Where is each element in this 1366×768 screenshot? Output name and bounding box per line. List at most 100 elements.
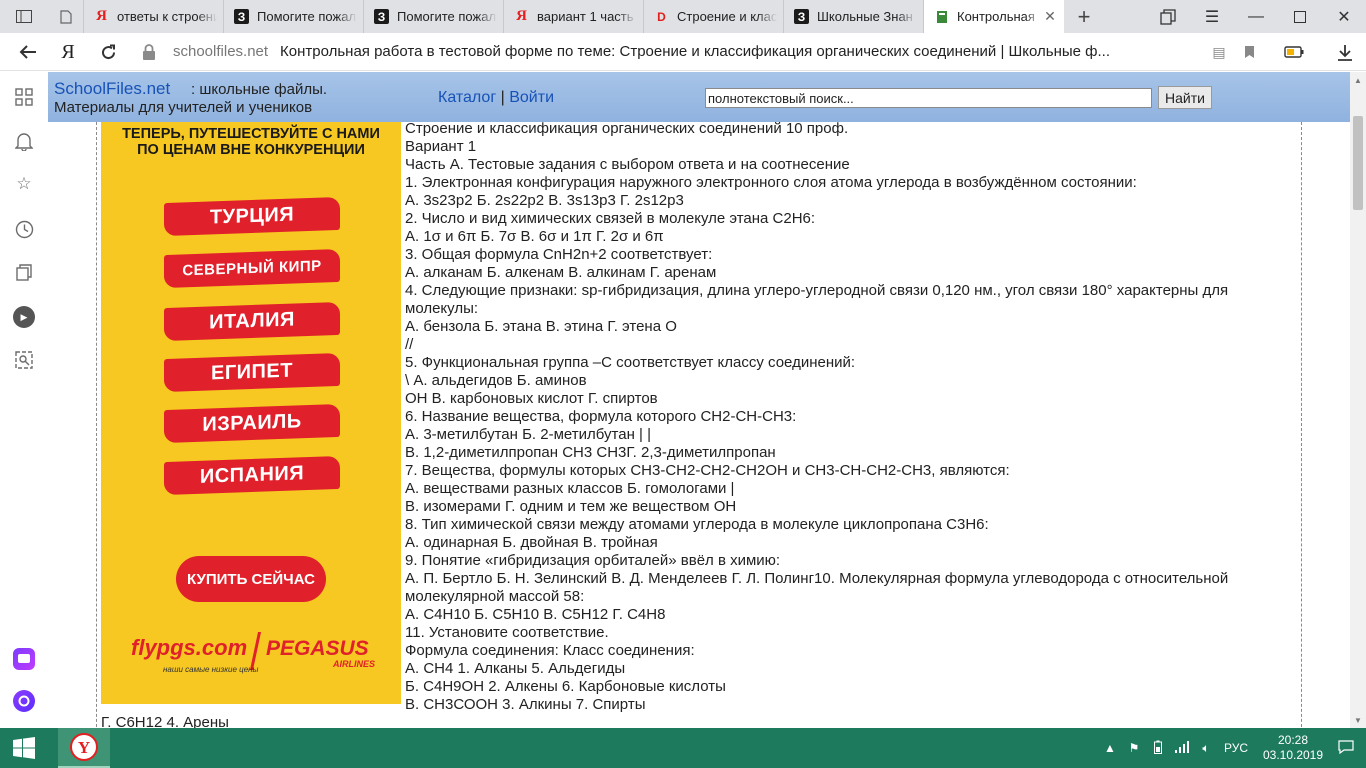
article-line: 8. Тип химической связи между атомами уг… <box>405 516 989 533</box>
close-window-button[interactable]: ✕ <box>1322 0 1366 33</box>
tab-3[interactable]: Явариант 1 часть <box>504 0 644 33</box>
article-line: 6. Название вещества, формула которого С… <box>405 408 797 425</box>
alice-assistant-icon[interactable] <box>13 690 35 712</box>
apps-grid-icon[interactable] <box>13 86 35 108</box>
history-clock-icon[interactable] <box>13 218 35 240</box>
article-line: А. 3-метилбутан Б. 2-метилбутан | | <box>405 426 651 443</box>
windows-taskbar: Y ▲ ⚑ 🔈︎ РУС 20:28 03.10.2019 <box>0 728 1366 768</box>
ad-headline-line-1: ТЕПЕРЬ, ПУТЕШЕСТВУЙТЕ С НАМИ <box>122 126 380 142</box>
site-header: SchoolFiles.net : школьные файлы. Матери… <box>48 72 1350 122</box>
tab-title: Строение и клас <box>677 9 777 24</box>
znanija-icon: З <box>374 9 389 24</box>
login-link[interactable]: Войти <box>509 89 554 106</box>
catalog-link[interactable]: Каталог <box>438 89 496 106</box>
ad-destination[interactable]: СЕВЕРНЫЙ КИПР <box>164 248 340 289</box>
article-line: Г. С6Н12 4. Арены <box>101 714 229 728</box>
document-icon <box>58 9 73 24</box>
tray-expand-icon[interactable]: ▲ <box>1098 741 1122 755</box>
input-language[interactable]: РУС <box>1224 741 1248 755</box>
battery-icon[interactable] <box>1146 740 1170 757</box>
article-line: А. СН4 1. Алканы 5. Альдегиды <box>405 660 626 677</box>
ad-buy-now-button[interactable]: КУПИТЬ СЕЙЧАС <box>176 556 326 602</box>
article-line: В. 1,2-диметилпропан СН3 СН3Г. 2,3-димет… <box>405 444 776 461</box>
scroll-up-arrow-icon[interactable]: ▲ <box>1350 72 1366 88</box>
messenger-icon[interactable] <box>13 648 35 670</box>
action-center-icon[interactable] <box>1326 739 1366 757</box>
battery-saver-icon[interactable] <box>1264 46 1324 58</box>
nav-separator: | <box>500 89 505 106</box>
search-button[interactable]: Найти <box>1158 86 1212 109</box>
yandex-home-icon[interactable]: Я <box>50 33 86 71</box>
tab-5[interactable]: З Школьные Знан <box>784 0 924 33</box>
video-play-icon[interactable]: ▶ <box>13 306 35 328</box>
favorites-star-icon[interactable]: ☆ <box>13 173 35 195</box>
article-line: 2. Число и вид химических связей в молек… <box>405 210 816 227</box>
back-icon[interactable] <box>10 33 46 71</box>
windows-start-icon[interactable] <box>0 728 48 768</box>
reload-icon[interactable] <box>90 33 126 71</box>
close-tab-icon[interactable]: ✕ <box>1042 8 1058 25</box>
tab-title: Помогите пожал <box>257 9 357 24</box>
system-clock[interactable]: 20:28 03.10.2019 <box>1260 733 1326 763</box>
green-book-icon <box>934 9 949 24</box>
menu-icon[interactable]: ☰ <box>1190 0 1234 33</box>
search-input[interactable] <box>705 88 1152 108</box>
address-domain[interactable]: schoolfiles.net <box>173 43 268 60</box>
tab-title: Школьные Знан <box>817 9 913 24</box>
ad-destination[interactable]: ТУРЦИЯ <box>164 196 340 237</box>
site-nav: Каталог | Войти <box>438 89 554 107</box>
article-text: Строение и классификация органических со… <box>405 120 1295 714</box>
ad-logo-brand: PEGASUS <box>266 637 369 660</box>
ad-destination[interactable]: ИТАЛИЯ <box>164 301 340 342</box>
reader-mode-icon[interactable]: ▤ <box>1204 44 1234 61</box>
notifications-bell-icon[interactable] <box>13 130 35 152</box>
tab-6[interactable]: Контрольная ✕ <box>924 0 1064 33</box>
collections-icon[interactable] <box>13 261 35 283</box>
tab-0[interactable]: Яответы к строени <box>84 0 224 33</box>
article-line: 1. Электронная конфигурация наружного эл… <box>405 174 1137 191</box>
page-scrollbar[interactable]: ▲ ▼ <box>1350 72 1366 728</box>
znanija-icon: З <box>234 9 249 24</box>
tab-2[interactable]: З Помогите пожал <box>364 0 504 33</box>
tab-manager-icon[interactable] <box>1146 0 1190 33</box>
lock-icon[interactable] <box>142 44 156 60</box>
action-flag-icon[interactable]: ⚑ <box>1122 741 1146 755</box>
tab-4[interactable]: D Строение и клас <box>644 0 784 33</box>
address-bar: Я schoolfiles.net Контрольная работа в т… <box>0 33 1366 71</box>
tab-title: вариант 1 часть <box>537 9 634 24</box>
ad-logo-tagline: наши самые низкие цены <box>163 665 259 674</box>
system-tray: ▲ ⚑ 🔈︎ РУС 20:28 03.10.2019 <box>1098 728 1366 768</box>
taskbar-yandex-browser-icon[interactable]: Y <box>58 728 110 768</box>
yandex-icon: Я <box>96 8 107 24</box>
tab-1[interactable]: З Помогите пожал <box>224 0 364 33</box>
article-line: Вариант 1 <box>405 138 477 155</box>
ad-logo-brand-sub: AIRLINES <box>333 659 376 669</box>
article-line: Формула соединения: Класс соединения: <box>405 642 695 659</box>
network-signal-icon[interactable] <box>1170 740 1194 756</box>
ad-destination[interactable]: ИЗРАИЛЬ <box>164 403 340 444</box>
article-line: // <box>405 336 414 353</box>
scroll-down-arrow-icon[interactable]: ▼ <box>1350 712 1366 728</box>
bookmark-icon[interactable] <box>1234 45 1264 59</box>
ad-headline-line-2: ПО ЦЕНАМ ВНЕ КОНКУРЕНЦИИ <box>137 142 365 158</box>
svg-text:Y: Y <box>78 738 90 757</box>
ad-logo-domain: flypgs.com <box>131 635 248 660</box>
article-line: А. веществами разных классов Б. гомолога… <box>405 480 735 497</box>
maximize-button[interactable] <box>1278 0 1322 33</box>
article-line: А. 3s23p2 Б. 2s22p2 В. 3s13p3 Г. 2s12p3 <box>405 192 684 209</box>
tab-title: Помогите пожал <box>397 9 497 24</box>
ad-destination[interactable]: ЕГИПЕТ <box>164 352 340 393</box>
new-tab-button[interactable]: + <box>1064 0 1104 33</box>
article-line: 7. Вещества, формулы которых СН3-СН2-СН2… <box>405 462 1010 479</box>
scrollbar-thumb[interactable] <box>1353 116 1363 210</box>
volume-icon[interactable]: 🔈︎ <box>1194 741 1218 756</box>
site-logo-link[interactable]: SchoolFiles.net <box>54 79 170 99</box>
pegasus-ad-banner[interactable]: ТЕПЕРЬ, ПУТЕШЕСТВУЙТЕ С НАМИ ПО ЦЕНАМ ВН… <box>101 122 401 704</box>
screenshot-search-icon[interactable] <box>13 349 35 371</box>
address-page-title[interactable]: Контрольная работа в тестовой форме по т… <box>280 43 1110 60</box>
minimize-button[interactable]: — <box>1234 0 1278 33</box>
ad-destination[interactable]: ИСПАНИЯ <box>164 455 340 496</box>
tab-panel-toggle-icon[interactable] <box>0 0 48 33</box>
tab-blank-document[interactable] <box>48 0 84 33</box>
downloads-icon[interactable] <box>1324 44 1366 61</box>
